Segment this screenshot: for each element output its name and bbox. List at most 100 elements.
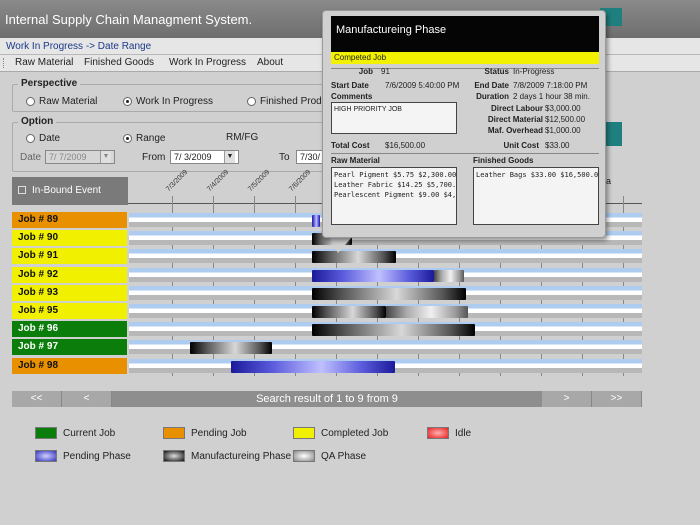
radio-date[interactable]: Date [26,133,60,144]
job-label[interactable]: Job # 91 [12,248,127,265]
pending-phase-bar[interactable] [312,269,434,282]
radio-raw-material[interactable]: Raw Material [26,96,97,107]
manufactureing-phase-bar[interactable] [190,342,272,355]
date-picker[interactable]: 7/ 7/2009 ▼ [45,150,115,164]
last-page-button[interactable]: >> [592,391,642,407]
phase-detail-popup: Manufactureing Phase Competed Job Job 91… [322,10,606,238]
job-label[interactable]: Job # 95 [12,303,127,319]
legend-completed-job: Completed Job [293,427,388,439]
direct-labour-value: $3,000.00 [545,104,581,113]
legend-qa-phase: QA Phase [293,450,366,462]
perspective-legend: Perspective [18,78,81,89]
finished-goods-box: Leather Bags $33.00 $16,500.0 [473,167,599,225]
prev-page-button[interactable]: < [62,391,112,407]
to-label: To [279,152,290,163]
job-label[interactable]: Job # 96 [12,321,127,338]
status-value: In-Progress [513,67,555,76]
radio-label: Work In Progress [136,96,214,107]
radio-icon [247,97,256,106]
qa-phase-bar[interactable] [434,269,464,282]
side-panel-stub [606,122,622,146]
popup-pointer [330,237,352,253]
raw-material-label: Raw Material [331,156,380,165]
legend-label: QA Phase [321,450,367,462]
legend-label: Idle [455,427,472,439]
job-label[interactable]: Job # 89 [12,212,127,228]
legend-current-job: Current Job [35,427,115,439]
raw-material-line: Leather Fabric $14.25 $5,700.0 [334,181,457,189]
manufactureing-phase-bar[interactable] [312,306,386,318]
radio-selected-icon [123,134,132,143]
menu-item-about[interactable]: About [257,57,283,68]
legend-label: Pending Job [191,427,247,439]
start-date-value: 7/6/2009 5:40:00 PM [385,81,460,90]
job-value: 91 [381,67,390,76]
comments-label: Comments [331,92,373,101]
rmfg-label: RM/FG [226,132,259,143]
gantt-strip [129,304,642,318]
direct-material-label: Direct Material [487,115,543,124]
manufactureing-phase-bar[interactable] [312,251,396,264]
gantt-row: Job # 92 [12,266,642,284]
checkbox-icon [18,186,26,194]
gantt-row: Job # 91 [12,248,642,265]
menu-item-work-in-progress[interactable]: Work In Progress [169,57,246,68]
manufactureing-phase-swatch [163,450,185,462]
option-legend: Option [18,116,57,127]
finished-goods-label: Finished Goods [473,156,534,165]
radio-label: Date [39,133,61,144]
legend-label: Manufactureing Phase [191,450,292,462]
gantt-strip [129,285,642,300]
manufactureing-phase-bar[interactable] [312,324,475,337]
timeline-date-label: a [606,176,612,186]
job-label: Job [358,67,373,76]
menu-item-finished-goods[interactable]: Finished Goods [84,57,154,68]
timeline-date-label: 7/4/2009 [206,168,231,193]
legend-manufactureing-phase: Manufactureing Phase [163,450,291,462]
from-date-picker[interactable]: 7/ 3/2009 ▼ [170,150,239,164]
divider [331,153,599,154]
direct-material-value: $12,500.00 [545,115,586,124]
menu-grip [3,58,6,68]
gantt-strip [129,249,642,264]
end-date-label: End Date [474,81,509,90]
pager: Search result of 1 to 9 from 9 << < > >> [12,391,642,407]
pending-phase-bar[interactable] [231,360,395,373]
gantt-row: Job # 97 [12,339,642,356]
gantt-row: Job # 93 [12,284,642,302]
job-label[interactable]: Job # 97 [12,339,127,356]
total-cost-value: $16,500.00 [385,141,426,150]
gantt-strip [129,267,642,282]
job-label[interactable]: Job # 93 [12,284,127,301]
qa-phase-bar[interactable] [386,306,468,318]
first-page-button[interactable]: << [12,391,62,407]
timeline-date-label: 7/5/2009 [247,168,272,193]
direct-labour-label: Direct Labour [490,104,543,113]
chevron-down-icon: ▼ [224,151,235,163]
job-label[interactable]: Job # 92 [12,266,127,283]
qa-phase-swatch [293,450,315,462]
manufactureing-phase-bar[interactable] [312,287,466,300]
legend-pending-phase: Pending Phase [35,450,131,462]
pending-phase-swatch [35,450,57,462]
job-label[interactable]: Job # 90 [12,230,127,247]
inbound-event-header[interactable]: In-Bound Event [12,177,128,205]
current-job-swatch [35,427,57,439]
timeline-date-label: 7/6/2009 [288,168,313,193]
radio-work-in-progress[interactable]: Work In Progress [123,96,213,107]
radio-range[interactable]: Range [123,133,165,144]
gantt-row: Job # 95 [12,303,642,320]
radio-icon [26,134,35,143]
pending-phase-bar[interactable] [312,215,320,227]
status-label: Status [484,67,509,76]
gantt-strip [129,322,642,337]
inbound-event-label: In-Bound Event [32,185,101,196]
comments-text: HIGH PRIORITY JOB [334,106,402,113]
next-page-button[interactable]: > [542,391,592,407]
radio-finished-products[interactable]: Finished Produ [247,96,327,107]
job-label[interactable]: Job # 98 [12,357,127,374]
chevron-down-icon: ▼ [100,151,111,163]
radio-label: Raw Material [39,96,98,107]
total-cost-label: Total Cost [331,141,370,150]
menu-item-raw-material[interactable]: Raw Material [15,57,73,68]
